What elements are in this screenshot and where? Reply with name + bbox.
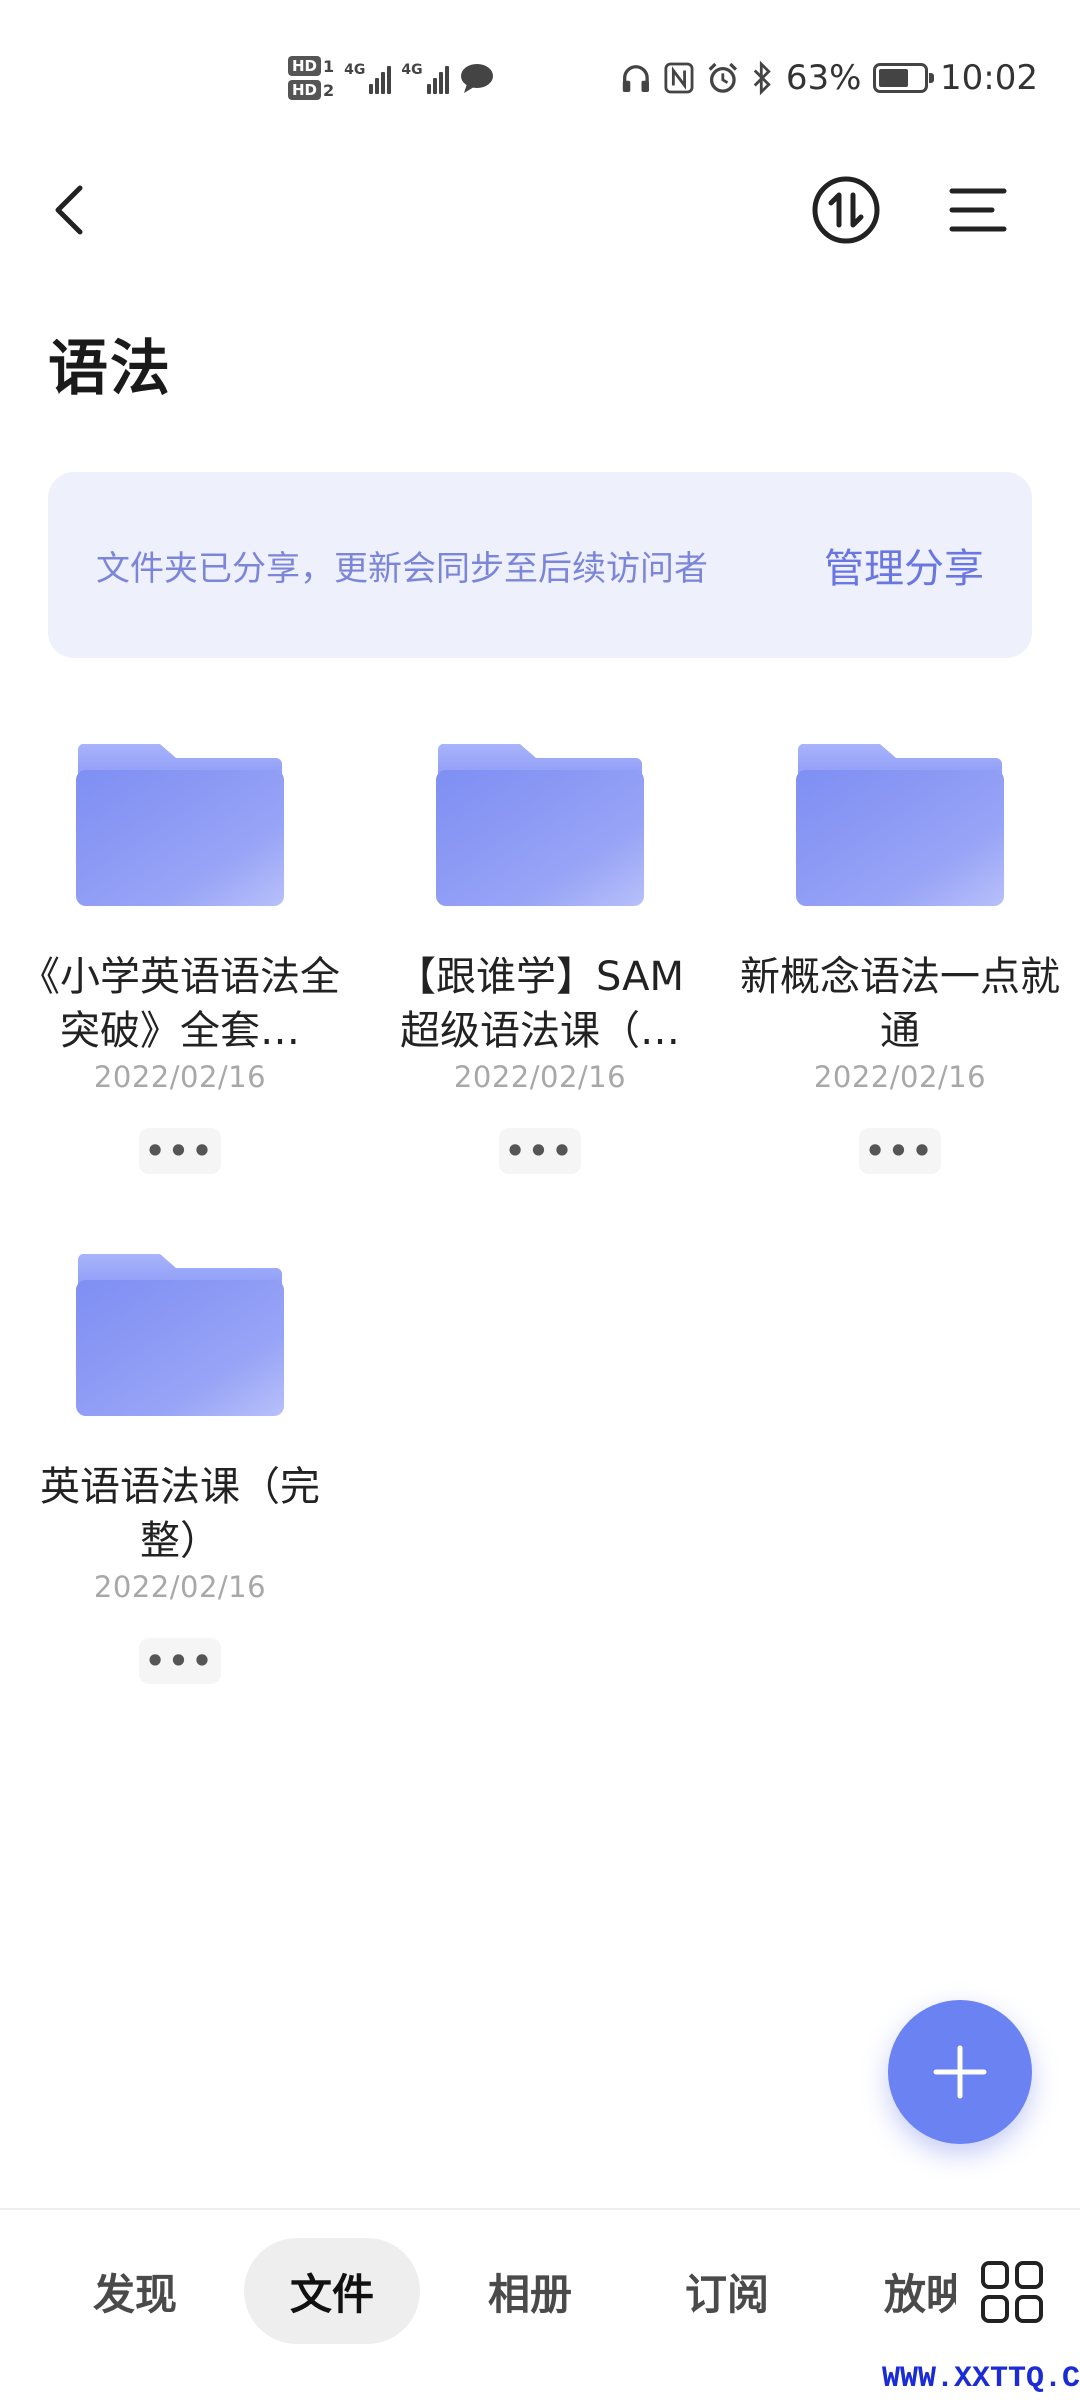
menu-icon — [949, 188, 1007, 232]
signal-icon: 4G — [401, 62, 449, 94]
folder-date: 2022/02/16 — [93, 1060, 267, 1094]
sort-arrows-icon — [812, 176, 880, 244]
tab-subscribe[interactable]: 订阅 — [652, 2238, 802, 2344]
tab-discover[interactable]: 发现 — [60, 2238, 210, 2344]
folder-icon[interactable] — [74, 1250, 286, 1430]
folder-item[interactable]: 《小学英语语法全突破》全套… 2022/02/16 ••• — [10, 740, 350, 1174]
plus-icon — [933, 2045, 987, 2099]
page-title: 语法 — [48, 334, 172, 404]
hd-label: HD — [288, 56, 322, 76]
back-button[interactable] — [40, 170, 100, 250]
clock: 10:02 — [940, 58, 1038, 98]
folder-item[interactable]: 英语语法课（完整） 2022/02/16 ••• — [10, 1250, 350, 1684]
bluetooth-icon — [754, 60, 772, 96]
folder-icon[interactable] — [434, 740, 646, 920]
battery-percent: 63% — [785, 58, 862, 98]
hd-sim-icon: HD 1 HD 2 — [288, 56, 334, 100]
share-notice-text: 文件夹已分享，更新会同步至后续访问者 — [96, 548, 708, 589]
folder-date: 2022/02/16 — [93, 1570, 267, 1604]
more-options-button[interactable]: ••• — [139, 1638, 221, 1684]
menu-button[interactable] — [940, 172, 1016, 248]
alarm-icon — [708, 62, 737, 93]
more-options-button[interactable]: ••• — [499, 1128, 581, 1174]
hd-label: HD — [288, 80, 322, 100]
battery-fill — [879, 69, 909, 87]
folder-name: 【跟谁学】SAM超级语法课（… — [395, 954, 684, 1054]
folder-date: 2022/02/16 — [813, 1060, 987, 1094]
nfc-icon — [664, 62, 694, 94]
network-type: 4G — [401, 62, 423, 78]
tab-screening[interactable]: 放映 — [884, 2238, 956, 2344]
folder-icon[interactable] — [794, 740, 1006, 920]
folder-item[interactable]: 【跟谁学】SAM超级语法课（… 2022/02/16 ••• — [370, 740, 710, 1174]
add-button[interactable] — [888, 2000, 1032, 2144]
signal-icon: 4G — [344, 62, 392, 94]
sim-number: 1 — [323, 56, 335, 76]
top-nav — [0, 150, 1080, 270]
folder-name: 新概念语法一点就通 — [740, 954, 1060, 1054]
status-left: HD 1 HD 2 4G 4G — [288, 48, 495, 108]
tab-album[interactable]: 相册 — [455, 2238, 605, 2344]
folder-name: 《小学英语语法全突破》全套… — [20, 954, 340, 1054]
folder-icon[interactable] — [74, 740, 286, 920]
more-options-button[interactable]: ••• — [139, 1128, 221, 1174]
battery-icon — [873, 63, 934, 93]
watermark: WWW.XXTTQ.COM — [882, 2362, 1080, 2396]
folder-item[interactable]: 新概念语法一点就通 2022/02/16 ••• — [730, 740, 1070, 1174]
more-options-button[interactable]: ••• — [859, 1128, 941, 1174]
status-bar: HD 1 HD 2 4G 4G 63% 10:02 — [0, 0, 1080, 160]
folder-date: 2022/02/16 — [453, 1060, 627, 1094]
tab-files[interactable]: 文件 — [244, 2238, 420, 2344]
folder-name: 英语语法课（完整） — [40, 1464, 320, 1564]
status-right: 63% 10:02 — [620, 48, 1080, 108]
sim-number: 2 — [323, 80, 335, 100]
grid-icon[interactable] — [980, 2260, 1044, 2324]
share-banner: 文件夹已分享，更新会同步至后续访问者 管理分享 — [48, 472, 1032, 658]
manage-share-link[interactable]: 管理分享 — [824, 536, 984, 594]
sort-button[interactable] — [808, 172, 884, 248]
network-type: 4G — [344, 62, 366, 78]
message-icon — [460, 64, 493, 93]
headphones-icon — [622, 65, 649, 93]
chevron-left-icon — [55, 185, 83, 235]
